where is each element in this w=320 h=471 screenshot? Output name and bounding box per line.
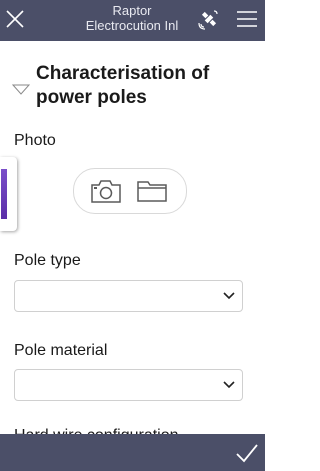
folder-icon [137,181,167,202]
menu-icon [237,11,257,27]
collapse-caret-icon [12,84,30,95]
satellite-icon [198,10,218,30]
confirm-button[interactable] [235,442,259,464]
pole-type-select[interactable] [14,280,243,312]
gps-button[interactable] [197,7,221,31]
pole-type-label: Pole type [14,252,81,269]
pole-material-select[interactable] [14,369,243,401]
section-title: Characterisation of power poles [36,63,210,108]
side-drawer-accent [1,169,7,219]
side-drawer-handle[interactable] [0,157,17,231]
check-icon [236,444,258,463]
menu-button[interactable] [236,9,258,29]
take-photo-button[interactable] [90,178,122,204]
photo-picker [73,168,187,214]
choose-file-button[interactable] [136,179,168,203]
app-title-line1: Raptor [112,3,152,18]
app-title: Raptor Electrocution Inl [62,3,202,33]
screen: Raptor Electrocution Inl Characterisatio… [0,0,265,471]
photo-label: Photo [14,132,56,149]
camera-icon [91,180,121,203]
bottom-action-bar [0,434,265,471]
close-icon [6,10,24,28]
chevron-down-icon [223,292,235,300]
top-app-bar: Raptor Electrocution Inl [0,0,265,41]
chevron-down-icon [223,381,235,389]
close-button[interactable] [4,8,26,30]
app-title-line2: Electrocution Inl [85,18,179,33]
pole-material-label: Pole material [14,342,108,359]
